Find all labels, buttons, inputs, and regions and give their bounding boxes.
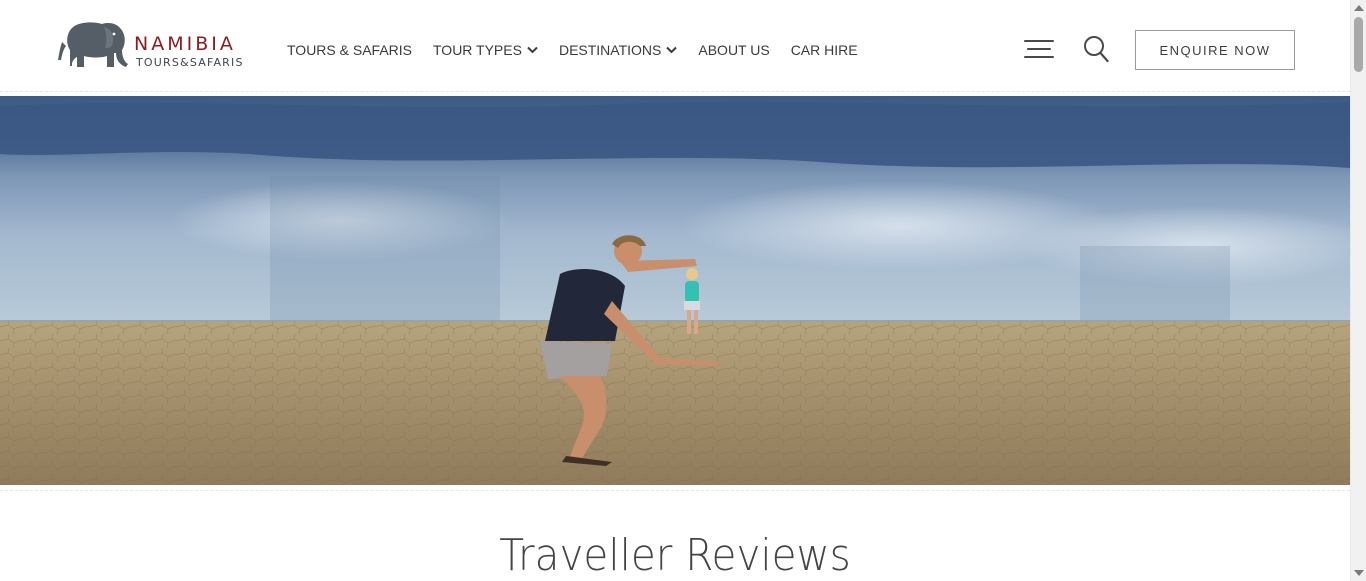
site-logo[interactable]: NAMIBIA TOURS&SAFARIS <box>56 20 256 72</box>
chevron-down-icon <box>666 46 678 54</box>
salt-pan-photo <box>0 96 1350 485</box>
nav-item-tour-types[interactable]: TOUR TYPES <box>433 42 538 58</box>
nav-item-label: DESTINATIONS <box>558 42 662 58</box>
hero-banner <box>0 96 1350 485</box>
scroll-up-icon[interactable] <box>1354 5 1364 11</box>
scroll-down-icon[interactable] <box>1354 570 1364 576</box>
chevron-down-icon <box>527 46 538 54</box>
nav-item-label: ABOUT US <box>698 42 770 58</box>
nav-item-tours-safaris[interactable]: TOURS & SAFARIS <box>287 42 412 58</box>
nav-item-label: TOURS & SAFARIS <box>287 42 412 58</box>
scroll-thumb[interactable] <box>1354 17 1363 72</box>
brand-name: NAMIBIA <box>134 33 236 55</box>
elephant-icon <box>58 22 128 67</box>
site-header: NAMIBIA TOURS&SAFARIS TOURS & SAFARIS TO… <box>0 0 1350 92</box>
nav-item-about-us[interactable]: ABOUT US <box>698 42 769 58</box>
main-nav: TOURS & SAFARIS TOUR TYPES DESTINATIONS … <box>287 38 879 62</box>
enquire-now-button[interactable]: ENQUIRE NOW <box>1135 30 1295 70</box>
nav-item-label: TOUR TYPES <box>433 42 522 58</box>
nav-item-car-hire[interactable]: CAR HIRE <box>791 42 858 58</box>
hamburger-menu-icon[interactable] <box>1024 38 1054 60</box>
nav-item-label: CAR HIRE <box>790 42 858 58</box>
brand-tagline: TOURS&SAFARIS <box>136 56 244 69</box>
divider <box>0 490 1350 491</box>
search-icon[interactable] <box>1083 35 1109 63</box>
page-scrollbar[interactable] <box>1350 0 1366 581</box>
section-title: Traveller Reviews <box>499 530 851 581</box>
nav-item-destinations[interactable]: DESTINATIONS <box>558 42 678 58</box>
